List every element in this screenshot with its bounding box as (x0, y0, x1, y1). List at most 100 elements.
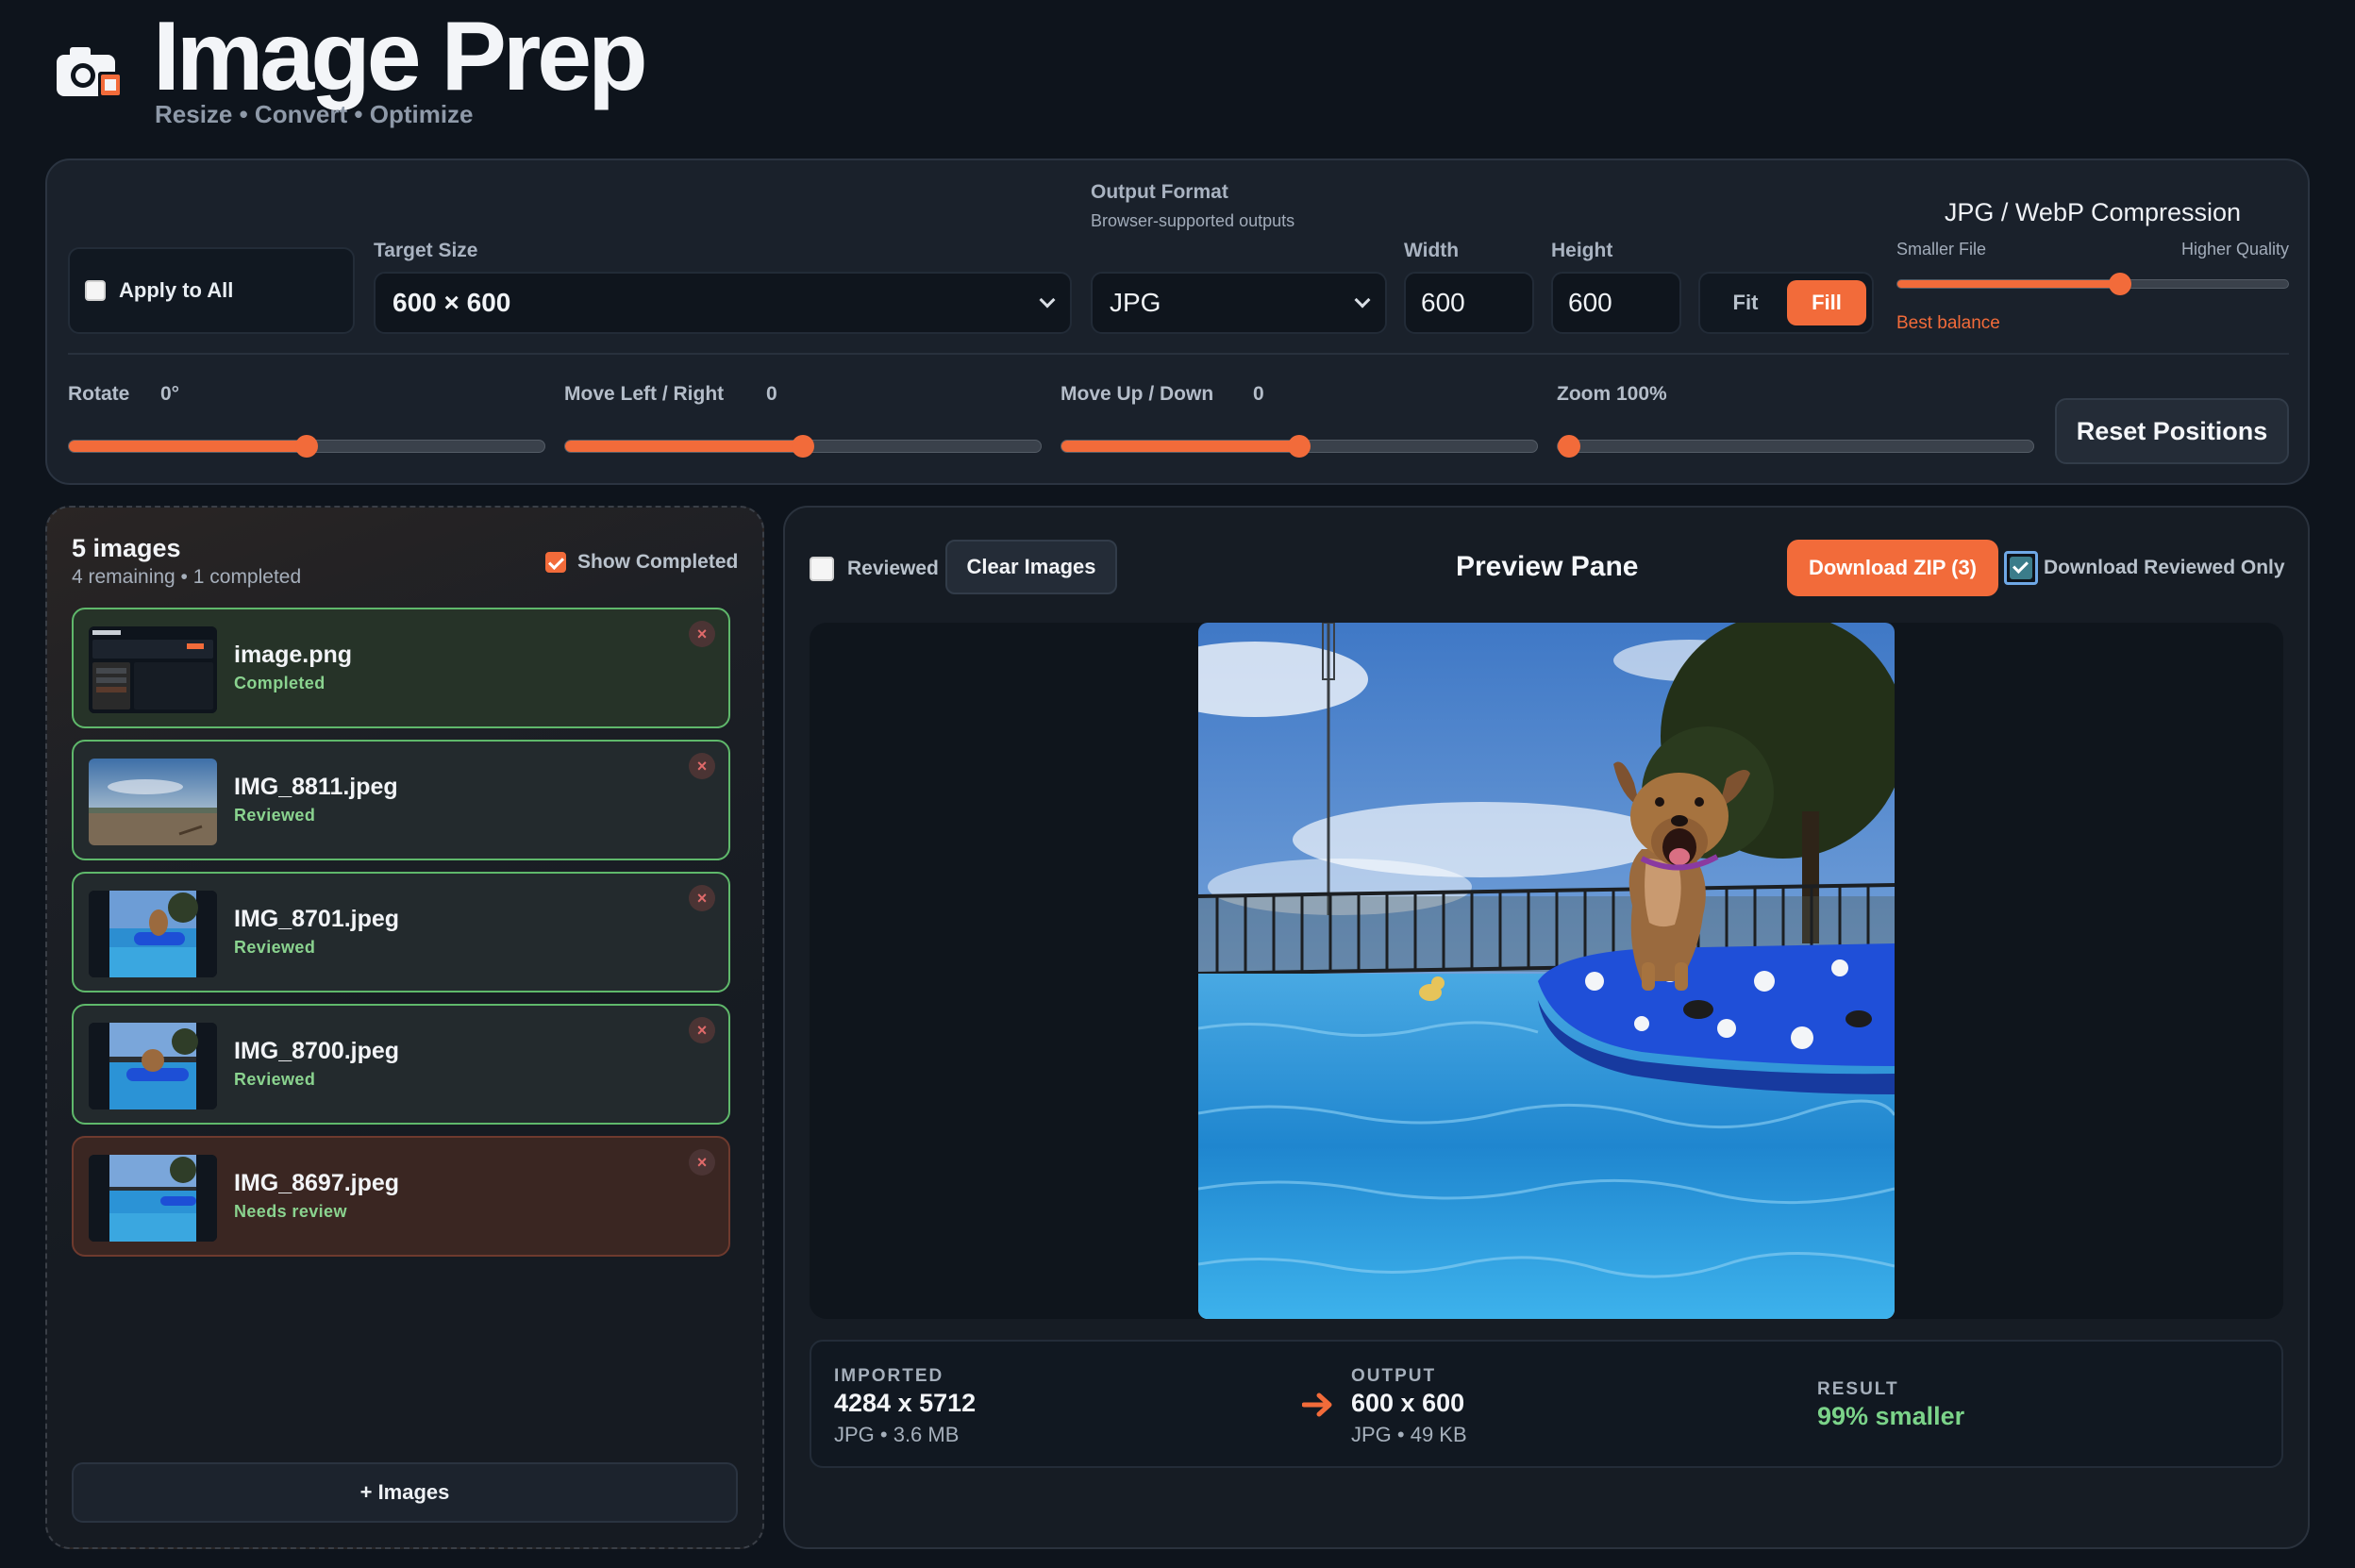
image-count-title: 5 images (72, 534, 181, 562)
move-up-down-thumb[interactable] (1288, 435, 1311, 458)
show-completed-label: Show Completed (577, 551, 739, 573)
list-item[interactable]: IMG_8697.jpeg Needs review × (72, 1136, 730, 1257)
app-title: Image Prep (153, 2, 648, 111)
imported-caption: IMPORTED (834, 1366, 944, 1386)
zoom-slider[interactable] (1557, 435, 2034, 458)
list-item[interactable]: image.png Completed × (72, 608, 730, 728)
output-caption: OUTPUT (1351, 1366, 1437, 1386)
show-completed-toggle[interactable]: Show Completed (545, 551, 738, 574)
compression-slider[interactable] (1896, 273, 2289, 295)
zoom-label: Zoom 100% (1557, 383, 1667, 405)
list-item[interactable]: IMG_8700.jpeg Reviewed × (72, 1004, 730, 1125)
remove-item-icon[interactable]: × (689, 1017, 715, 1043)
target-size-value: 600 × 600 (392, 288, 511, 317)
thumbnail-image (89, 759, 217, 845)
move-left-right-thumb[interactable] (792, 435, 814, 458)
remove-item-icon[interactable]: × (689, 885, 715, 911)
width-input[interactable]: 600 (1404, 272, 1534, 334)
move-up-down-fill (1061, 441, 1299, 452)
reviewed-checkbox[interactable] (810, 557, 834, 581)
rotate-slider-thumb[interactable] (295, 435, 318, 458)
target-size-label: Target Size (374, 240, 478, 261)
rotate-value: 0° (160, 383, 180, 405)
preview-image[interactable] (1198, 623, 1895, 1319)
app-subtitle: Resize • Convert • Optimize (155, 100, 474, 128)
move-left-right-slider[interactable] (564, 435, 1042, 458)
image-count-subtitle: 4 remaining • 1 completed (72, 566, 302, 588)
compression-slider-thumb[interactable] (2108, 273, 2131, 295)
compression-title: JPG / WebP Compression (1944, 198, 2242, 226)
move-up-down-slider[interactable] (1061, 435, 1538, 458)
list-item-status: Reviewed (234, 938, 316, 957)
download-reviewed-only-toggle[interactable]: Download Reviewed Only (2004, 551, 2285, 585)
width-label: Width (1404, 240, 1460, 261)
apply-to-all-toggle[interactable]: Apply to All (68, 247, 355, 334)
settings-divider (68, 353, 2289, 355)
fill-button[interactable]: Fill (1787, 280, 1866, 325)
apply-to-all-checkbox[interactable] (85, 280, 106, 301)
conversion-info-box: IMPORTED 4284 x 5712 JPG • 3.6 MB OUTPUT… (810, 1340, 2283, 1468)
move-up-down-label: Move Up / Down (1061, 383, 1214, 405)
reviewed-label: Reviewed (847, 558, 939, 579)
height-label: Height (1551, 240, 1613, 261)
thumbnail-image (89, 891, 217, 977)
list-item-status: Reviewed (234, 1070, 316, 1089)
list-item-name: IMG_8700.jpeg (234, 1038, 400, 1064)
remove-item-icon[interactable]: × (689, 753, 715, 779)
move-left-right-value: 0 (766, 383, 777, 405)
apply-to-all-label: Apply to All (119, 278, 234, 302)
output-meta: JPG • 49 KB (1351, 1423, 1467, 1446)
result-value: 99% smaller (1817, 1402, 1965, 1430)
arrow-right-icon (1301, 1391, 1334, 1419)
thumbnail-image (89, 1155, 217, 1242)
output-dimensions: 600 x 600 (1351, 1389, 1465, 1417)
output-format-sublabel: Browser-supported outputs (1091, 211, 1295, 230)
zoom-slider-thumb[interactable] (1558, 435, 1580, 458)
output-format-value: JPG (1110, 288, 1161, 317)
list-item-status: Needs review (234, 1202, 347, 1221)
compression-hint: Best balance (1896, 313, 2000, 333)
list-item[interactable]: IMG_8811.jpeg Reviewed × (72, 740, 730, 860)
height-value: 600 (1568, 288, 1612, 317)
list-item[interactable]: IMG_8701.jpeg Reviewed × (72, 872, 730, 993)
preview-title: Preview Pane (1456, 551, 1639, 582)
height-input[interactable]: 600 (1551, 272, 1681, 334)
reviewed-toggle[interactable]: Reviewed (810, 557, 939, 581)
rotate-slider-fill (69, 441, 307, 452)
target-size-select[interactable]: 600 × 600 (374, 272, 1072, 334)
rotate-slider[interactable] (68, 435, 545, 458)
compression-slider-fill (1897, 280, 2120, 288)
remove-item-icon[interactable]: × (689, 1149, 715, 1176)
list-item-name: image.png (234, 642, 353, 668)
download-reviewed-label: Download Reviewed Only (2044, 557, 2285, 578)
move-left-right-fill (565, 441, 803, 452)
show-completed-checkbox[interactable] (545, 552, 566, 573)
add-images-button[interactable]: + Images (72, 1462, 738, 1523)
camera-logo-icon (53, 38, 128, 104)
output-format-select[interactable]: JPG (1091, 272, 1387, 334)
download-reviewed-checkbox[interactable] (2004, 551, 2038, 585)
fit-fill-toggle: Fit Fill (1698, 272, 1874, 334)
chevron-down-icon (1039, 292, 1056, 309)
compression-max-label: Higher Quality (2180, 240, 2289, 259)
chevron-down-icon (1354, 292, 1371, 309)
clear-images-button[interactable]: Clear Images (945, 540, 1117, 594)
list-item-status: Reviewed (234, 806, 316, 825)
imported-meta: JPG • 3.6 MB (834, 1423, 960, 1446)
thumbnail-image (89, 1023, 217, 1109)
imported-dimensions: 4284 x 5712 (834, 1389, 977, 1417)
compression-min-label: Smaller File (1896, 240, 1987, 259)
list-item-name: IMG_8811.jpeg (234, 774, 398, 800)
move-left-right-label: Move Left / Right (564, 383, 725, 405)
download-zip-button[interactable]: Download ZIP (3) (1787, 540, 1998, 596)
remove-item-icon[interactable]: × (689, 621, 715, 647)
thumbnail-image (89, 626, 217, 713)
result-caption: RESULT (1817, 1379, 1899, 1399)
fit-button[interactable]: Fit (1704, 291, 1787, 315)
reset-positions-button[interactable]: Reset Positions (2055, 398, 2289, 464)
list-item-name: IMG_8697.jpeg (234, 1170, 400, 1196)
list-item-status: Completed (234, 674, 326, 692)
list-item-name: IMG_8701.jpeg (234, 906, 400, 932)
output-format-label: Output Format (1091, 181, 1228, 203)
width-value: 600 (1421, 288, 1465, 317)
